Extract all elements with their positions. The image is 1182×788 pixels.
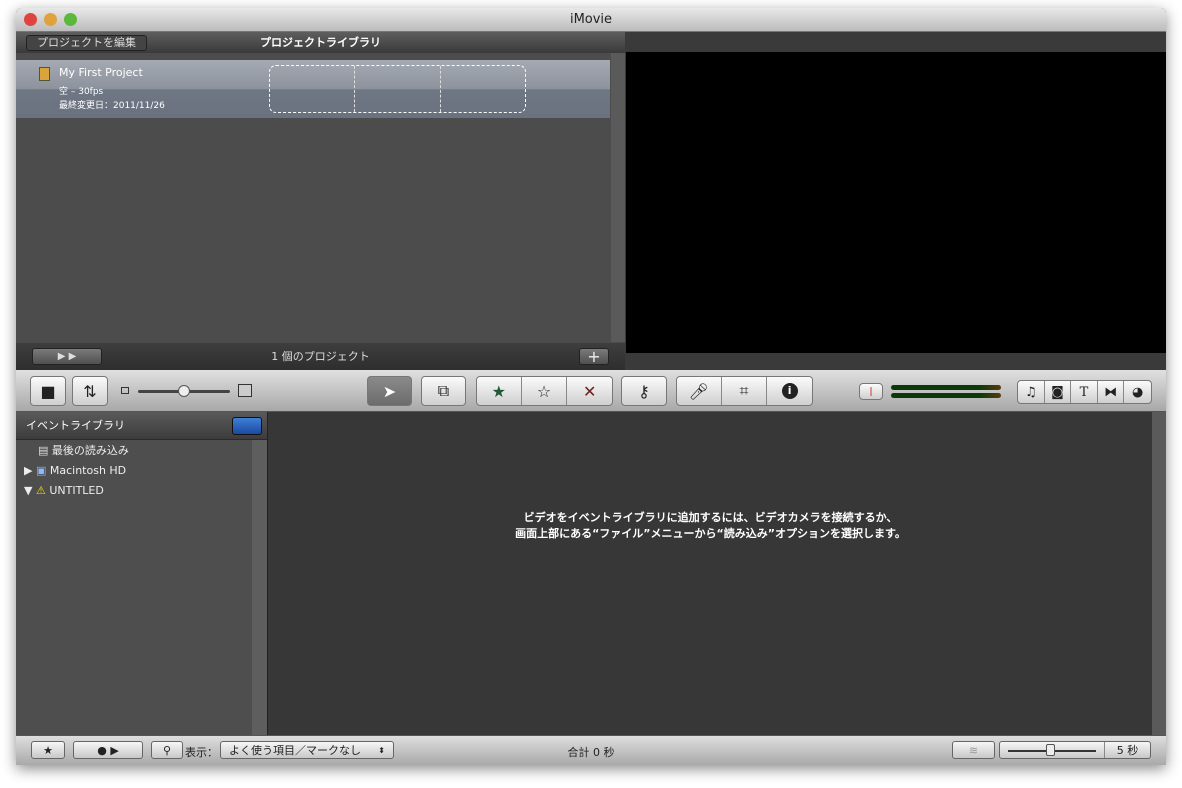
viewer-screen [626, 52, 1166, 353]
slider-knob[interactable] [178, 385, 190, 397]
disclosure-down-icon[interactable]: ▼ [24, 484, 36, 497]
empty-message: ビデオをイベントライブラリに追加するには、ビデオカメラを接続するか、 画面上部に… [515, 511, 906, 540]
add-to-project-button[interactable]: ⧉ [421, 376, 466, 406]
clip-length-control: 5 秒 [999, 741, 1151, 759]
browser-group: ♫ ◙ T ⧓ ◕ [1017, 380, 1152, 404]
zoom-search-button[interactable]: ⚲ [151, 741, 183, 759]
event-library-title: イベントライブラリ [26, 419, 125, 432]
microphone-icon: 🎤︎ [688, 381, 709, 401]
slider-knob[interactable] [1046, 744, 1055, 756]
globe-icon: ◕ [1132, 384, 1144, 400]
voiceover-button[interactable]: 🎤︎ [677, 377, 722, 405]
music-button[interactable]: ♫ [1018, 381, 1045, 403]
disclosure-right-icon[interactable]: ▶ [24, 464, 36, 477]
inspector-button[interactable]: i [767, 377, 812, 405]
rating-group: ★ ☆ ✕ [476, 376, 613, 406]
monitor-icon: ▣ [35, 464, 50, 477]
project-name: My First Project [59, 66, 143, 79]
star-filled-icon: ★ [491, 381, 506, 401]
project-modified: 最終変更日：2011/11/26 [59, 101, 165, 111]
project-library-bottom-bar: ▶ ▶ 1 個のプロジェクト + [16, 343, 625, 370]
project-placeholder [269, 65, 526, 113]
transition-button[interactable]: ⧓ [1098, 381, 1125, 403]
film-icon: ▤ [38, 444, 52, 457]
audio-skim-button[interactable]: ≋ [952, 741, 995, 759]
keyword-button[interactable]: ⚷ [621, 376, 667, 406]
map-button[interactable]: ◕ [1124, 381, 1151, 403]
small-thumbnail-icon [121, 387, 129, 394]
camera-icon: ■ [40, 381, 56, 401]
camera-icon: ◙ [1051, 384, 1064, 400]
browser-scrollbar[interactable] [1152, 412, 1166, 735]
tools-group: 🎤︎ ⌗ i [676, 376, 813, 406]
project-library-header: プロジェクトを編集 プロジェクトライブラリ [16, 32, 625, 53]
edit-project-button[interactable]: プロジェクトを編集 [26, 35, 147, 51]
x-icon: ✕ [582, 381, 597, 401]
zoom-button[interactable] [64, 13, 77, 26]
event-item-last-import[interactable]: ▤ 最後の読み込み [16, 441, 252, 461]
event-item-untitled[interactable]: ▼ ⚠ UNTITLED [16, 481, 252, 501]
warning-drive-icon: ⚠ [35, 484, 50, 497]
add-clip-icon: ⧉ [437, 381, 450, 400]
bottom-bar: ★ ● ▶ ⚲ 表示： よく使う項目／マークなし ⬍ 合計 0 秒 ≋ 5 秒 [16, 735, 1166, 765]
info-icon: i [781, 383, 798, 399]
title-button[interactable]: T [1071, 381, 1098, 403]
title-bar: iMovie [16, 8, 1166, 32]
drive-toggle-button[interactable] [232, 417, 262, 435]
add-project-button[interactable]: + [579, 348, 609, 365]
event-browser: ビデオをイベントライブラリに追加するには、ビデオカメラを接続するか、 画面上部に… [267, 412, 1152, 735]
imovie-window: iMovie プロジェクトを編集 プロジェクトライブラリ My First Pr… [16, 8, 1166, 765]
event-scrollbar[interactable] [252, 440, 267, 735]
close-button[interactable] [24, 13, 37, 26]
toolbar: ■ ⇅ ➤ ⧉ ★ ☆ ✕ ⚷ 🎤︎ ⌗ i | ♫ ◙ T ⧓ ◕ [16, 370, 1166, 412]
swap-button[interactable]: ⇅ [72, 376, 108, 406]
swap-icon: ⇅ [83, 381, 97, 401]
audio-meter-right [891, 393, 1001, 398]
reject-button[interactable]: ✕ [567, 377, 612, 405]
play-events-button[interactable]: ● ▶ [73, 741, 143, 759]
show-label: 表示： [185, 746, 218, 759]
event-library: イベントライブラリ ▤ 最後の読み込み ▶ ▣ Macintosh HD ▼ ⚠… [16, 412, 267, 735]
play-icon: ● ▶ [97, 743, 119, 757]
project-scrollbar[interactable] [611, 53, 625, 342]
clip-length-slider[interactable] [1000, 742, 1105, 758]
minimize-button[interactable] [44, 13, 57, 26]
crop-button[interactable]: ⌗ [722, 377, 768, 405]
key-icon: ⚷ [638, 381, 650, 401]
large-thumbnail-icon [238, 384, 252, 397]
project-icon [39, 67, 50, 81]
project-library-title: プロジェクトライブラリ [260, 36, 381, 49]
audio-skimming-button[interactable]: | [859, 383, 883, 400]
unmark-button[interactable]: ☆ [522, 377, 568, 405]
magnifier-icon: ⚲ [162, 743, 172, 757]
audio-meter-left [891, 385, 1001, 390]
event-item-macintosh-hd[interactable]: ▶ ▣ Macintosh HD [16, 461, 252, 481]
updown-icon: ⬍ [378, 745, 385, 755]
project-library: プロジェクトを編集 プロジェクトライブラリ My First Project 空… [16, 32, 625, 370]
waveform-icon: | [869, 386, 873, 397]
viewer [626, 32, 1166, 370]
music-icon: ♫ [1024, 384, 1037, 400]
project-count: 1 個のプロジェクト [271, 350, 370, 363]
transition-icon: ⧓ [1104, 384, 1118, 400]
project-row[interactable]: My First Project 空 – 30fps 最終変更日：2011/11… [16, 60, 610, 118]
play-project-button[interactable]: ▶ ▶ [32, 348, 102, 365]
filter-select[interactable]: よく使う項目／マークなし ⬍ [220, 741, 394, 759]
photo-button[interactable]: ◙ [1045, 381, 1072, 403]
clip-length-value: 5 秒 [1116, 744, 1139, 757]
title-icon: T [1079, 384, 1089, 400]
select-tool-button[interactable]: ➤ [367, 376, 412, 406]
crop-icon: ⌗ [739, 381, 749, 400]
event-library-header: イベントライブラリ [16, 412, 267, 440]
favorite-button[interactable]: ★ [477, 377, 522, 405]
camera-import-button[interactable]: ■ [30, 376, 66, 406]
show-events-button[interactable]: ★ [31, 741, 65, 759]
window-title: iMovie [569, 12, 613, 27]
star-icon: ★ [43, 743, 53, 757]
star-outline-icon: ☆ [536, 381, 552, 401]
waveform-icon: ≋ [968, 743, 979, 757]
project-info: 空 – 30fps [59, 87, 104, 97]
arrow-cursor-icon: ➤ [382, 381, 397, 401]
